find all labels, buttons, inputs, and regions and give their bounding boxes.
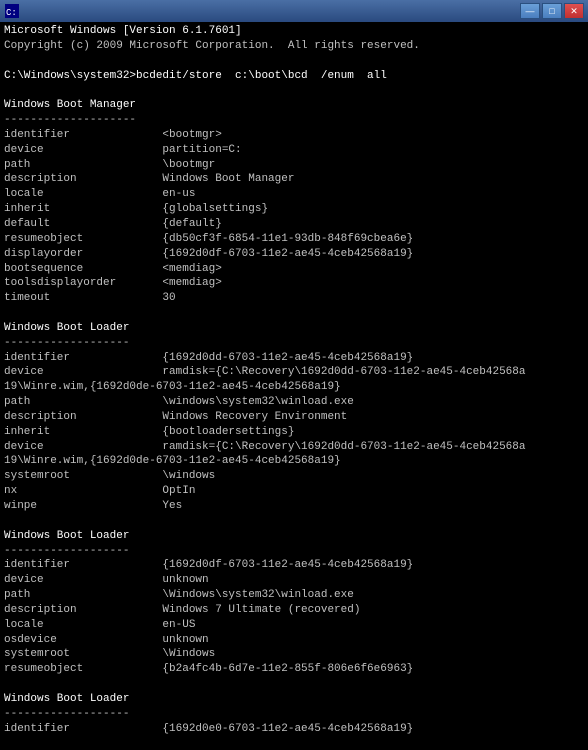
console-line: device partition=C: [4, 143, 584, 158]
console-line: C:\Windows\system32>bcdedit/store c:\boo… [4, 69, 584, 84]
console-output[interactable]: Microsoft Windows [Version 6.1.7601]Copy… [0, 22, 588, 750]
console-line: timeout 30 [4, 291, 584, 306]
console-line: winpe Yes [4, 499, 584, 514]
console-line: identifier {1692d0df-6703-11e2-ae45-4ceb… [4, 558, 584, 573]
console-line: Windows Boot Manager [4, 98, 584, 113]
console-line: locale en-us [4, 187, 584, 202]
console-line: default {default} [4, 217, 584, 232]
title-bar-buttons: — □ ✕ [520, 3, 584, 19]
maximize-button[interactable]: □ [542, 3, 562, 19]
console-line: identifier <bootmgr> [4, 128, 584, 143]
console-line: device ramdisk={C:\Recovery\1692d0dd-670… [4, 440, 584, 455]
cmd-icon: C: [4, 3, 20, 19]
window: C: — □ ✕ Microsoft Windows [Version 6.1.… [0, 0, 588, 750]
console-line: bootsequence <memdiag> [4, 262, 584, 277]
console-line: device ramdisk={C:\Recovery\1692d0dd-670… [4, 365, 584, 380]
console-line: systemroot \windows [4, 469, 584, 484]
console-line [4, 514, 584, 529]
console-line: ------------------- [4, 544, 584, 559]
console-line: path \bootmgr [4, 158, 584, 173]
console-line: ------------------- [4, 707, 584, 722]
console-line [4, 677, 584, 692]
console-line: resumeobject {b2a4fc4b-6d7e-11e2-855f-80… [4, 662, 584, 677]
console-line: systemroot \Windows [4, 647, 584, 662]
console-line: device unknown [4, 573, 584, 588]
console-line: description Windows Recovery Environment [4, 410, 584, 425]
console-line [4, 306, 584, 321]
console-line: Windows Boot Loader [4, 692, 584, 707]
console-line: identifier {1692d0dd-6703-11e2-ae45-4ceb… [4, 351, 584, 366]
console-line: osdevice unknown [4, 633, 584, 648]
console-line: path \windows\system32\winload.exe [4, 395, 584, 410]
console-line: Microsoft Windows [Version 6.1.7601] [4, 24, 584, 39]
console-line [4, 83, 584, 98]
console-line: Windows Boot Loader [4, 321, 584, 336]
svg-text:C:: C: [6, 8, 17, 18]
console-line: ------------------- [4, 336, 584, 351]
console-line: 19\Winre.wim,{1692d0de-6703-11e2-ae45-4c… [4, 380, 584, 395]
console-line: inherit {bootloadersettings} [4, 425, 584, 440]
console-line: toolsdisplayorder <memdiag> [4, 276, 584, 291]
console-line: Windows Boot Loader [4, 529, 584, 544]
console-line: nx OptIn [4, 484, 584, 499]
console-line [4, 54, 584, 69]
console-line: resumeobject {db50cf3f-6854-11e1-93db-84… [4, 232, 584, 247]
console-line: path \Windows\system32\winload.exe [4, 588, 584, 603]
title-bar: C: — □ ✕ [0, 0, 588, 22]
console-line: 19\Winre.wim,{1692d0de-6703-11e2-ae45-4c… [4, 454, 584, 469]
console-line: locale en-US [4, 618, 584, 633]
title-bar-left: C: [4, 3, 24, 19]
console-line: -------------------- [4, 113, 584, 128]
console-line: Copyright (c) 2009 Microsoft Corporation… [4, 39, 584, 54]
minimize-button[interactable]: — [520, 3, 540, 19]
console-line: inherit {globalsettings} [4, 202, 584, 217]
console-line [4, 737, 584, 750]
console-line: identifier {1692d0e0-6703-11e2-ae45-4ceb… [4, 722, 584, 737]
console-line: description Windows 7 Ultimate (recovere… [4, 603, 584, 618]
console-line: description Windows Boot Manager [4, 172, 584, 187]
console-line: displayorder {1692d0df-6703-11e2-ae45-4c… [4, 247, 584, 262]
close-button[interactable]: ✕ [564, 3, 584, 19]
